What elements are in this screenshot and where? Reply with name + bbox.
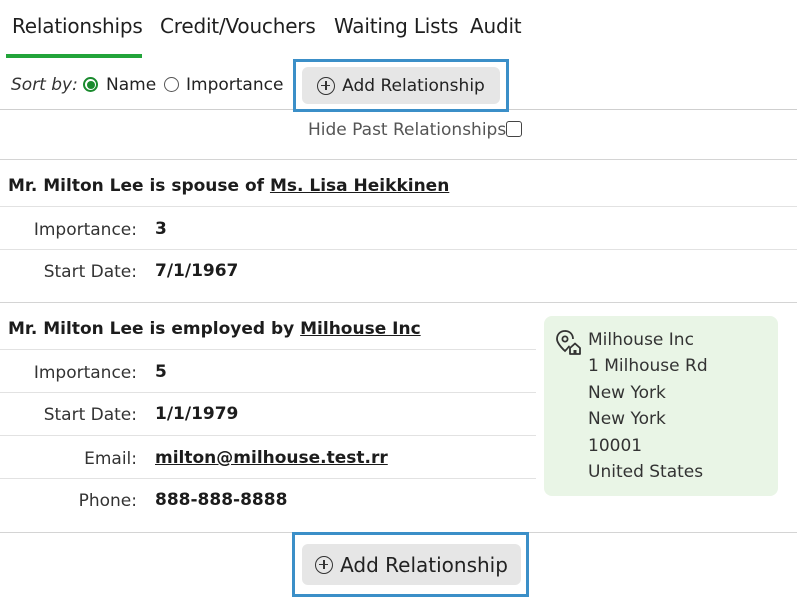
add-relationship-highlight-bottom: Add Relationship (292, 532, 529, 597)
add-relationship-button-bottom[interactable]: Add Relationship (302, 544, 521, 585)
relationship-prefix: Mr. Milton Lee is employed by (8, 319, 301, 339)
start-date-value: 1/1/1979 (155, 404, 239, 424)
address-city: New York (588, 383, 666, 403)
tab-relationships[interactable]: Relationships (12, 14, 143, 38)
sort-bar: Sort by: Name Importance Add Relationshi… (0, 58, 797, 112)
sort-by-label: Sort by: (11, 75, 78, 95)
tab-credit-vouchers[interactable]: Credit/Vouchers (160, 14, 316, 38)
start-date-value: 7/1/1967 (155, 261, 239, 281)
relationship-title: Mr. Milton Lee is employed by Milhouse I… (8, 319, 421, 339)
row-divider (0, 392, 536, 393)
tab-audit[interactable]: Audit (470, 14, 522, 38)
address-street: 1 Milhouse Rd (588, 356, 708, 376)
add-relationship-label: Add Relationship (342, 75, 485, 96)
address-card: Milhouse Inc 1 Milhouse Rd New York New … (544, 316, 778, 496)
address-zip: 10001 (588, 436, 643, 456)
start-date-label: Start Date: (43, 262, 137, 282)
relationship-target-link[interactable]: Milhouse Inc (300, 319, 421, 339)
section-divider (0, 302, 797, 303)
sort-importance-label[interactable]: Importance (186, 75, 283, 95)
start-date-label: Start Date: (43, 405, 137, 425)
sort-name-label[interactable]: Name (106, 75, 156, 95)
email-label: Email: (84, 449, 137, 469)
importance-value: 3 (155, 219, 167, 239)
plus-circle-icon (315, 555, 334, 574)
row-divider (0, 206, 797, 207)
add-relationship-button-top[interactable]: Add Relationship (302, 67, 500, 104)
sort-importance-radio[interactable] (164, 77, 179, 92)
importance-value: 5 (155, 362, 167, 382)
row-divider (0, 349, 536, 350)
hide-past-checkbox[interactable] (506, 121, 522, 137)
plus-circle-icon (317, 76, 336, 95)
hide-past-label: Hide Past Relationships (308, 120, 507, 140)
phone-value: 888-888-8888 (155, 490, 288, 510)
location-home-icon (556, 330, 581, 355)
address-country: United States (588, 462, 704, 482)
section-divider (0, 159, 797, 160)
add-relationship-label: Add Relationship (340, 552, 508, 577)
add-relationship-highlight-top: Add Relationship (293, 59, 509, 112)
tab-bar: Relationships Credit/Vouchers Waiting Li… (0, 0, 797, 58)
relationship-target-link[interactable]: Ms. Lisa Heikkinen (270, 176, 449, 196)
email-link[interactable]: milton@milhouse.test.rr (155, 448, 388, 468)
importance-label: Importance: (33, 220, 137, 240)
phone-label: Phone: (78, 491, 137, 511)
row-divider (0, 249, 797, 250)
address-state: New York (588, 409, 666, 429)
relationship-prefix: Mr. Milton Lee is spouse of (8, 176, 270, 196)
importance-label: Importance: (33, 363, 137, 383)
row-divider (0, 435, 536, 436)
sort-name-radio[interactable] (83, 77, 98, 92)
row-divider (0, 478, 536, 479)
tab-waiting-lists[interactable]: Waiting Lists (334, 14, 458, 38)
address-name: Milhouse Inc (588, 330, 694, 350)
relationship-title: Mr. Milton Lee is spouse of Ms. Lisa Hei… (8, 176, 449, 196)
